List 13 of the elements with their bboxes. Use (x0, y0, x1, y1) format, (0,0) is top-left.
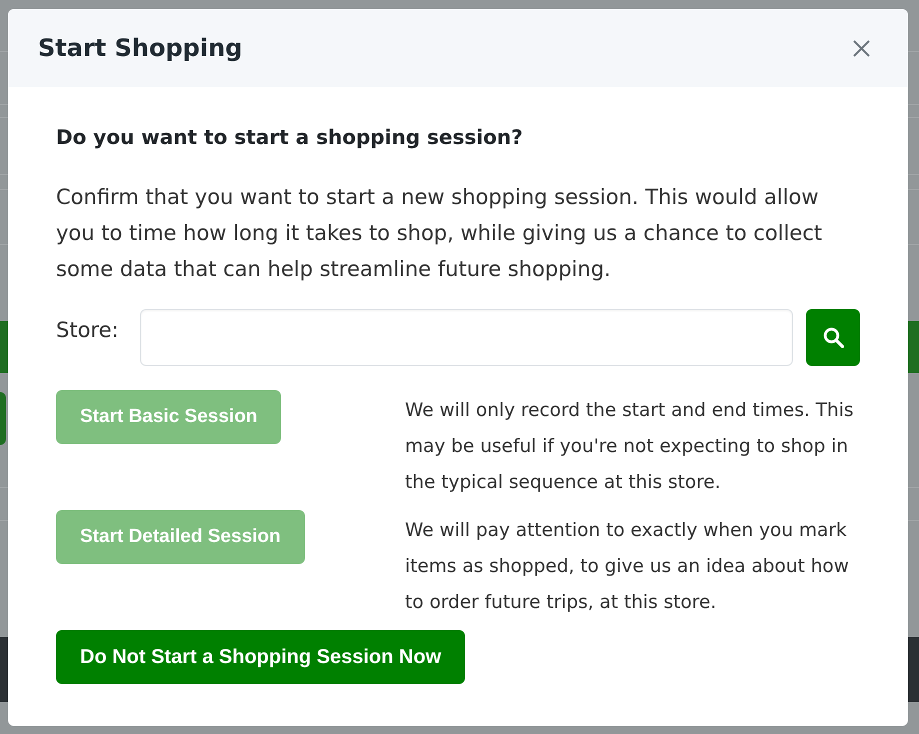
close-button[interactable] (851, 38, 871, 58)
store-label: Store: (56, 318, 119, 342)
session-description: We will pay attention to exactly when you mark items as shopped, to give us an idea about how to order future trips, at this store. (405, 519, 850, 615)
close-icon (852, 40, 870, 56)
background-strip (0, 392, 6, 445)
search-icon (822, 327, 844, 348)
decline-button[interactable]: Do Not Start a Shopping Session Now (56, 630, 466, 684)
dialog-title: Start Shopping (38, 33, 242, 64)
description-text: Confirm that you want to start a new shopping session. This would allow you to time how long it takes to shop, while giving us a chance to collect some data that can help streamline future shopping. (56, 184, 824, 283)
session-description: We will only record the start and end times. This may be useful if you're not expecting to shop in the typical sequence at this store. (405, 399, 855, 495)
question-heading: Do you want to start a shopping session? (56, 124, 523, 151)
search-button[interactable] (806, 309, 860, 366)
store-input-field[interactable] (140, 309, 793, 366)
